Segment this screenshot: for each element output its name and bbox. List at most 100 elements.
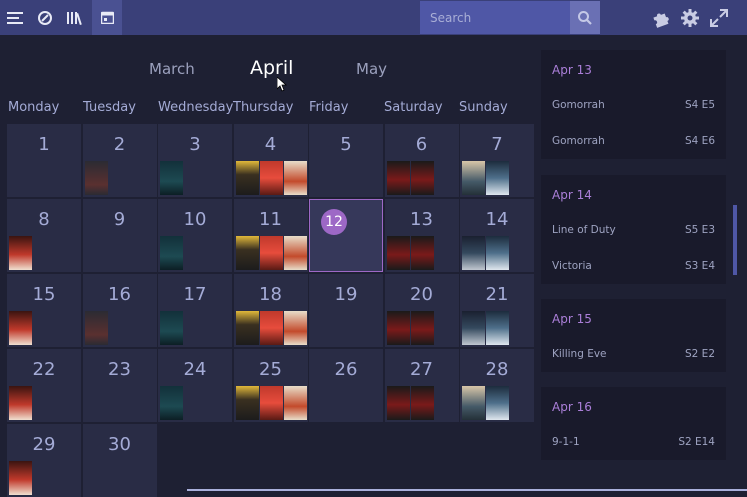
episode-poster[interactable] <box>259 386 283 420</box>
calendar-day-cell[interactable]: 19 <box>309 274 383 347</box>
calendar-day-cell[interactable]: 29 <box>7 424 81 497</box>
calendar-day-cell[interactable]: 9 <box>82 199 157 272</box>
episode-poster[interactable] <box>462 311 485 345</box>
agenda-episode-row[interactable]: Gomorrah S4 E6 <box>552 135 715 147</box>
episode-poster[interactable] <box>486 236 509 270</box>
episode-poster[interactable] <box>235 311 259 345</box>
agenda-day-card: Apr 15 Killing Eve S2 E2 <box>541 299 726 372</box>
calendar-day-cell[interactable]: 3 <box>158 124 232 197</box>
calendar-day-cell[interactable]: 16 <box>82 274 157 347</box>
episode-poster[interactable] <box>462 386 485 420</box>
calendar-button[interactable] <box>92 0 122 35</box>
episode-number: S2 E14 <box>678 436 715 448</box>
plugins-button[interactable] <box>650 7 672 29</box>
mouse-cursor-icon <box>277 77 287 92</box>
calendar-day-cell[interactable]: 22 <box>7 349 81 422</box>
episode-poster[interactable] <box>283 236 307 270</box>
calendar-day-cell[interactable]: 24 <box>158 349 232 422</box>
settings-button[interactable] <box>679 7 701 29</box>
day-number: 27 <box>410 359 433 380</box>
episode-poster[interactable] <box>84 311 108 345</box>
day-number: 26 <box>334 359 358 380</box>
episode-poster[interactable] <box>410 311 434 345</box>
calendar-day-cell[interactable]: 13 <box>384 199 459 272</box>
search-button[interactable] <box>570 1 600 34</box>
calendar-day-cell[interactable]: 20 <box>384 274 459 347</box>
episode-poster[interactable] <box>9 236 32 270</box>
episode-poster[interactable] <box>259 161 283 195</box>
calendar-day-cell[interactable]: 23 <box>82 349 157 422</box>
episode-poster[interactable] <box>259 311 283 345</box>
episode-poster[interactable] <box>160 161 183 195</box>
calendar-day-cell[interactable]: 12 <box>309 199 383 272</box>
calendar-day-cell[interactable]: 26 <box>309 349 383 422</box>
episode-poster[interactable] <box>283 311 307 345</box>
calendar-day-cell[interactable]: 21 <box>460 274 534 347</box>
episode-poster[interactable] <box>235 161 259 195</box>
calendar-day-cell[interactable]: 5 <box>309 124 383 197</box>
calendar-day-cell[interactable]: 6 <box>384 124 459 197</box>
agenda-date: Apr 13 <box>552 63 592 77</box>
episode-poster[interactable] <box>410 236 434 270</box>
library-icon <box>67 11 82 25</box>
episode-poster[interactable] <box>386 311 410 345</box>
episode-poster[interactable] <box>235 386 259 420</box>
episode-poster[interactable] <box>410 386 434 420</box>
episode-poster[interactable] <box>160 311 183 345</box>
menu-button[interactable] <box>0 0 30 35</box>
episode-poster[interactable] <box>259 236 283 270</box>
agenda-episode-row[interactable]: Line of Duty S5 E3 <box>552 224 715 236</box>
calendar-day-cell[interactable]: 25 <box>233 349 308 422</box>
episode-poster[interactable] <box>386 236 410 270</box>
episode-poster[interactable] <box>283 386 307 420</box>
calendar-day-cell[interactable]: 2 <box>82 124 157 197</box>
expand-icon <box>710 8 728 27</box>
episode-poster[interactable] <box>9 461 32 495</box>
discover-button[interactable] <box>30 0 60 35</box>
episode-poster[interactable] <box>9 386 32 420</box>
agenda-episode-row[interactable]: Victoria S3 E4 <box>552 260 715 272</box>
month-next[interactable]: May <box>356 60 387 78</box>
episode-poster[interactable] <box>160 236 183 270</box>
agenda-episode-row[interactable]: Gomorrah S4 E5 <box>552 99 715 111</box>
calendar-day-cell[interactable]: 15 <box>7 274 81 347</box>
search-icon <box>578 10 592 25</box>
agenda-scrollbar[interactable] <box>733 205 737 275</box>
calendar-day-cell[interactable]: 30 <box>82 424 157 497</box>
day-number: 19 <box>334 284 358 305</box>
episode-posters <box>235 386 307 420</box>
agenda-episode-row[interactable]: 9-1-1 S2 E14 <box>552 436 715 448</box>
episode-posters <box>386 161 434 195</box>
calendar-day-cell[interactable]: 1 <box>7 124 81 197</box>
day-number: 8 <box>38 209 50 230</box>
calendar-day-cell[interactable]: 28 <box>460 349 534 422</box>
fullscreen-button[interactable] <box>708 7 730 29</box>
episode-poster[interactable] <box>410 161 434 195</box>
episode-poster[interactable] <box>283 161 307 195</box>
episode-poster[interactable] <box>9 311 32 345</box>
library-button[interactable] <box>60 0 90 35</box>
episode-poster[interactable] <box>386 386 410 420</box>
episode-poster[interactable] <box>462 236 485 270</box>
episode-posters <box>160 236 183 270</box>
calendar-day-cell[interactable]: 14 <box>460 199 534 272</box>
calendar-day-cell[interactable]: 11 <box>233 199 308 272</box>
episode-poster[interactable] <box>160 386 183 420</box>
episode-poster[interactable] <box>235 236 259 270</box>
episode-poster[interactable] <box>462 161 485 195</box>
calendar-day-cell[interactable]: 18 <box>233 274 308 347</box>
calendar-day-cell[interactable]: 7 <box>460 124 534 197</box>
episode-poster[interactable] <box>486 311 509 345</box>
month-prev[interactable]: March <box>149 60 195 78</box>
search-input[interactable]: Search <box>420 1 570 34</box>
episode-poster[interactable] <box>486 386 509 420</box>
episode-poster[interactable] <box>386 161 410 195</box>
calendar-day-cell[interactable]: 17 <box>158 274 232 347</box>
calendar-day-cell[interactable]: 4 <box>233 124 308 197</box>
calendar-day-cell[interactable]: 8 <box>7 199 81 272</box>
calendar-day-cell[interactable]: 10 <box>158 199 232 272</box>
episode-poster[interactable] <box>84 161 108 195</box>
calendar-day-cell[interactable]: 27 <box>384 349 459 422</box>
episode-poster[interactable] <box>486 161 509 195</box>
agenda-episode-row[interactable]: Killing Eve S2 E2 <box>552 348 715 360</box>
